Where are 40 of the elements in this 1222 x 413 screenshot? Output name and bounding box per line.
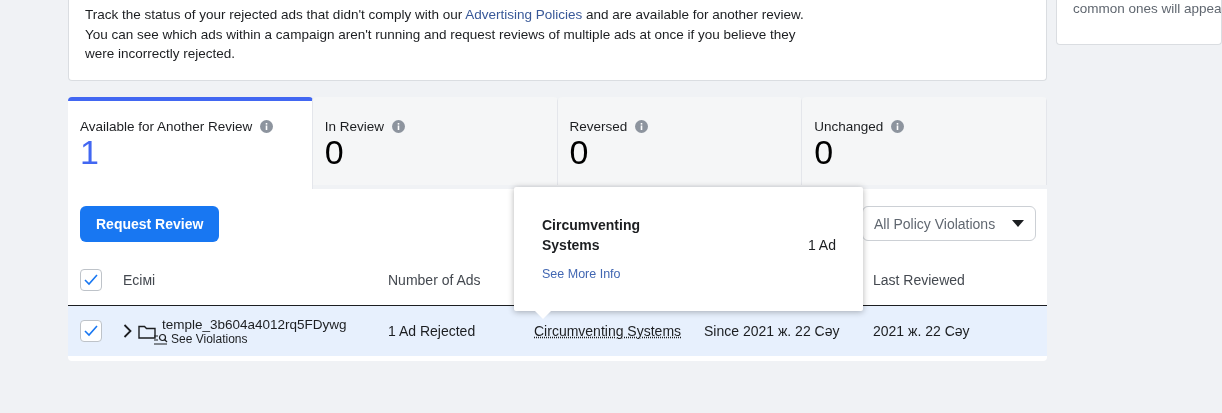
search-list-icon — [154, 332, 168, 345]
side-card-text: common ones will appea — [1073, 1, 1221, 16]
caret-icon — [1012, 220, 1024, 227]
campaign-name: temple_3b604a4012rq5FDywg — [162, 316, 347, 332]
table-cell-text: 1 Ad Rejected — [388, 323, 477, 339]
see-more-info-link[interactable]: See More Info — [542, 267, 621, 281]
column-header[interactable]: Last Reviewed — [873, 272, 1047, 288]
tab-label: Reversed — [569, 119, 628, 134]
info-icon[interactable] — [891, 120, 905, 133]
table-cell-text: Since 2021 ж. 22 Сәу — [704, 323, 841, 339]
status-tab[interactable]: Reversed 0 — [557, 97, 803, 185]
checkbox[interactable] — [80, 320, 102, 342]
popover-title: Circumventing Systems — [542, 216, 641, 255]
policy-link[interactable]: Circumventing Systems — [534, 323, 682, 339]
tab-label: Unchanged — [814, 119, 884, 134]
intro-paragraph: Track the status of your rejected ads that didn't comply with our Advertising Policies and are available for another review. You can see which ads within a campaign aren't running and request reviews of multiple ads at once if you believe they were incorrectly rejected. — [85, 6, 805, 63]
tab-label: Available for Another Review — [80, 119, 253, 134]
tab-count: 1 — [80, 134, 100, 170]
advertising-policies-link[interactable]: Advertising Policies — [465, 7, 583, 22]
tab-count: 0 — [569, 134, 590, 170]
tab-label: In Review — [324, 119, 385, 134]
info-icon[interactable] — [392, 120, 406, 133]
info-icon[interactable] — [635, 120, 649, 133]
table-cell-text: 2021 ж. 22 Сәу — [873, 323, 971, 339]
see-violations-link[interactable]: See Violations — [154, 331, 347, 346]
chevron-right-icon[interactable] — [123, 324, 132, 338]
tab-count: 0 — [814, 134, 834, 170]
check-icon — [84, 274, 98, 286]
popover-count: 1 Ad — [807, 236, 836, 255]
column-header[interactable]: Ecімі — [123, 272, 388, 288]
status-tab[interactable]: Unchanged 0 — [802, 97, 1047, 185]
info-icon[interactable] — [260, 120, 274, 133]
request-review-button[interactable]: Request Review — [80, 206, 220, 242]
status-tab[interactable]: Available for Another Review 1 — [68, 97, 313, 189]
status-tab[interactable]: In Review 0 — [312, 97, 558, 185]
folder-icon — [138, 323, 156, 339]
check-icon — [84, 325, 98, 337]
checkbox[interactable] — [80, 269, 102, 291]
tab-count: 0 — [324, 134, 345, 170]
table-row[interactable]: temple_3b604a4012rq5FDywg See Violations 1 Ad Rejected Circumventing Systems Since 2021 ж. 22 Сәу 2021 ж. 22 Сәу — [68, 306, 1047, 356]
